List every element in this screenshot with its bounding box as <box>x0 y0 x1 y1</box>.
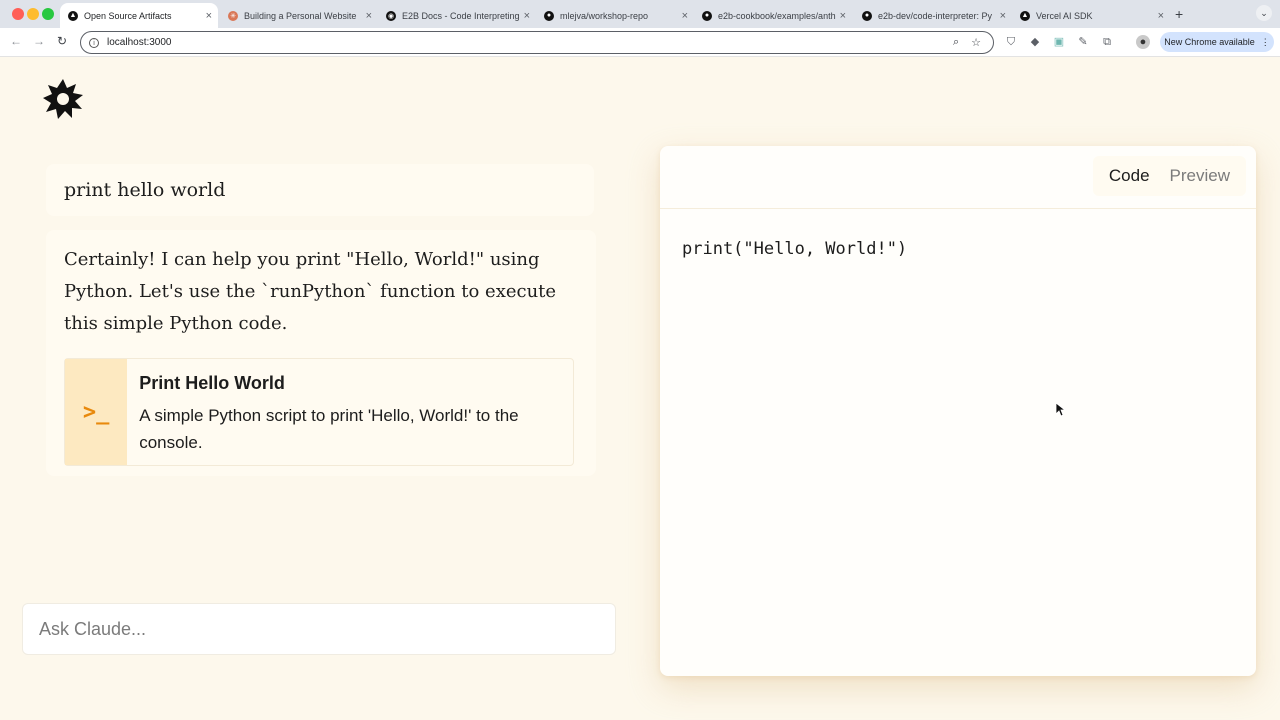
avatar[interactable]: ● <box>1136 35 1150 49</box>
extension-icon[interactable]: ▣ <box>1052 35 1066 49</box>
triangle-logo-icon: ▲ <box>68 10 78 21</box>
tab-preview[interactable]: Preview <box>1160 161 1240 191</box>
reload-icon[interactable]: ↻ <box>57 34 67 48</box>
browser-toolbar: ← → ↻ i localhost:3000 ⌕ ☆ ⛉ ◆ ▣ ✎ ⧉ ● N… <box>0 28 1280 57</box>
browser-tab[interactable]: ● e2b-cookbook/examples/anth × <box>694 3 852 28</box>
puzzle-icon[interactable]: ⧉ <box>1100 35 1114 49</box>
shield-icon[interactable]: ⛉ <box>1004 35 1018 49</box>
star-icon[interactable]: ☆ <box>971 36 981 49</box>
zoom-icon[interactable]: ⌕ <box>953 36 959 49</box>
code-view: print("Hello, World!") <box>660 209 1256 289</box>
tab-title: e2b-cookbook/examples/anth <box>718 10 836 21</box>
browser-tab[interactable]: ● mlejva/workshop-repo × <box>536 3 694 28</box>
chat-input-container <box>22 603 616 655</box>
maximize-window-button[interactable] <box>42 8 54 20</box>
terminal-icon: >_ <box>65 359 128 465</box>
e2b-icon: ◉ <box>386 10 396 21</box>
browser-tab[interactable]: ▲ Vercel AI SDK × <box>1012 3 1170 28</box>
artifact-card[interactable]: >_ Print Hello World A simple Python scr… <box>64 358 574 466</box>
forward-arrow-icon[interactable]: → <box>33 34 45 48</box>
tab-title: mlejva/workshop-repo <box>560 10 649 21</box>
browser-tab[interactable]: ● e2b-dev/code-interpreter: Py × <box>854 3 1012 28</box>
new-tab-icon[interactable]: + <box>1175 6 1183 22</box>
code-text: print("Hello, World!") <box>682 239 908 259</box>
artifact-description: A simple Python script to print 'Hello, … <box>139 406 519 452</box>
tab-title: e2b-dev/code-interpreter: Py <box>878 10 993 21</box>
panel-tabs: Code Preview <box>1092 156 1246 196</box>
url-text[interactable]: localhost:3000 <box>107 37 953 48</box>
more-vertical-icon[interactable]: ⋮ <box>1261 37 1270 48</box>
logo-icon <box>43 79 83 119</box>
close-tab-icon[interactable]: × <box>1158 10 1164 22</box>
close-tab-icon[interactable]: × <box>1000 10 1006 22</box>
browser-tab[interactable]: ◉ E2B Docs - Code Interpreting × <box>378 3 536 28</box>
chat-input[interactable] <box>39 618 615 640</box>
user-message-text: print hello world <box>64 179 226 201</box>
claude-icon: ✳ <box>228 10 238 21</box>
new-chrome-available-button[interactable]: New Chrome available ⋮ <box>1160 32 1274 52</box>
close-window-button[interactable] <box>12 8 24 20</box>
close-tab-icon[interactable]: × <box>840 10 846 22</box>
user-message: print hello world <box>46 164 594 216</box>
panel-header: Code Preview <box>660 146 1256 209</box>
artifact-title: Print Hello World <box>139 373 285 393</box>
terminal-glyph: >_ <box>82 399 110 425</box>
extension-icon[interactable]: ✎ <box>1076 35 1090 49</box>
tab-code[interactable]: Code <box>1099 161 1160 191</box>
minimize-window-button[interactable] <box>27 8 39 20</box>
tab-title: Building a Personal Website <box>244 10 357 21</box>
tab-title: Vercel AI SDK <box>1036 10 1093 21</box>
extension-icon[interactable]: ◆ <box>1028 35 1042 49</box>
back-arrow-icon[interactable]: ← <box>10 34 22 48</box>
tab-title: E2B Docs - Code Interpreting <box>402 10 520 21</box>
github-icon: ● <box>702 10 712 21</box>
mouse-cursor-icon <box>1056 403 1066 417</box>
close-tab-icon[interactable]: × <box>366 10 372 22</box>
github-icon: ● <box>862 10 872 21</box>
github-icon: ● <box>544 10 554 21</box>
close-tab-icon[interactable]: × <box>524 10 530 22</box>
close-tab-icon[interactable]: × <box>682 10 688 22</box>
assistant-message-text: Certainly! I can help you print "Hello, … <box>64 249 557 334</box>
tab-title: Open Source Artifacts <box>84 10 172 21</box>
new-chrome-label: New Chrome available <box>1164 37 1255 47</box>
chevron-down-icon[interactable]: ⌄ <box>1256 5 1272 21</box>
address-bar[interactable]: i localhost:3000 ⌕ ☆ <box>80 31 994 54</box>
site-info-icon[interactable]: i <box>89 37 99 48</box>
browser-tab-bar: ▲ Open Source Artifacts × ✳ Building a P… <box>0 0 1280 28</box>
assistant-message: Certainly! I can help you print "Hello, … <box>46 230 596 476</box>
close-tab-icon[interactable]: × <box>206 10 212 22</box>
browser-tab[interactable]: ▲ Open Source Artifacts × <box>60 3 218 28</box>
browser-tab[interactable]: ✳ Building a Personal Website × <box>220 3 378 28</box>
artifact-panel: Code Preview print("Hello, World!") <box>660 146 1256 676</box>
triangle-logo-icon: ▲ <box>1020 10 1030 21</box>
